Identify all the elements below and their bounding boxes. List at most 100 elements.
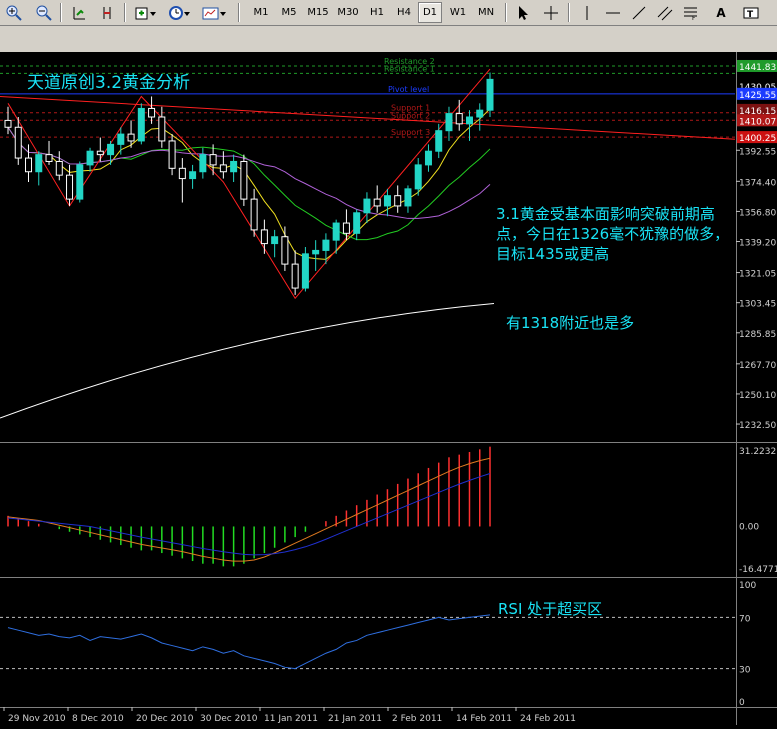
trendline-resistance (0, 95, 736, 140)
candle-body (240, 160, 248, 200)
chart-window[interactable]: 1392.55 1374.40 1356.80 1339.20 1321.05 1303.… (0, 52, 777, 725)
price-badge-label: 1410.07 (739, 117, 776, 127)
price-chart[interactable]: 1392.55 1374.40 1356.80 1339.20 1321.05 1303.… (0, 52, 777, 725)
candle-body (178, 167, 186, 180)
candle-body (127, 133, 135, 142)
moving-averages (0, 108, 495, 419)
indicators-icon[interactable] (132, 2, 160, 23)
level-label-support2: Support 2 (391, 111, 430, 120)
candle-body (301, 253, 309, 289)
grid-lines (0, 52, 777, 725)
time-tick-label: 11 Jan 2011 (264, 714, 318, 724)
level-label-pivot: Pivot level (388, 85, 429, 94)
price-tick-label: 1232.50 (739, 421, 776, 431)
candle-body (465, 116, 473, 125)
price-tick-label: 1356.80 (739, 208, 776, 218)
svg-text:T: T (747, 10, 754, 20)
chart-shift-icon[interactable] (96, 2, 118, 23)
crosshair-icon[interactable] (540, 2, 562, 23)
time-tick-label: 21 Jan 2011 (328, 714, 382, 724)
candle-body (45, 154, 53, 162)
templates-icon[interactable] (200, 2, 230, 23)
toolbar-separator (238, 3, 240, 22)
zoom-out-icon[interactable] (34, 2, 54, 23)
time-tick-label: 29 Nov 2010 (8, 714, 66, 724)
time-axis: 29 Nov 2010 8 Dec 2010 20 Dec 2010 30 Dec 2… (3, 707, 576, 724)
timeframe-m1[interactable]: M1 (248, 2, 274, 23)
candle-body (76, 164, 84, 200)
candle-body (96, 150, 104, 156)
candle-body (55, 160, 63, 176)
timeframe-m5[interactable]: M5 (276, 2, 302, 23)
candle-body (66, 174, 74, 200)
candle-body (435, 130, 443, 152)
candle-body (25, 157, 33, 173)
candle-body (353, 212, 361, 234)
candle-body (209, 154, 217, 166)
rsi-note: RSI 处于超买区 (498, 600, 603, 618)
toolbar-separator (568, 3, 570, 22)
time-tick-label: 8 Dec 2010 (72, 714, 124, 724)
candle-body (189, 171, 197, 180)
cursor-arrow-icon[interactable] (512, 2, 534, 23)
macd-axis-label: 31.2232 (739, 447, 776, 457)
periods-clock-icon[interactable] (166, 2, 194, 23)
text-label-icon[interactable]: T (740, 2, 762, 23)
timeframe-m15[interactable]: M15 (304, 2, 332, 23)
candle-body (199, 154, 207, 173)
level-label-support3: Support 3 (391, 128, 430, 137)
text-tool-button[interactable]: A (710, 2, 732, 23)
svg-text:F: F (692, 15, 696, 21)
toolbar-separator (124, 3, 126, 22)
macd-axis-label: 0.00 (739, 522, 759, 532)
rsi-axis-label: 100 (739, 581, 756, 591)
candle-body (322, 239, 330, 251)
candle-body (219, 164, 227, 173)
candle-body (4, 119, 12, 128)
candle-body (158, 116, 166, 142)
candle-body (363, 198, 371, 214)
toolbar: M1 M5 M15 M30 H1 H4 D1 W1 MN F A T (0, 0, 777, 26)
horizontal-line-icon[interactable] (602, 2, 624, 23)
timeframe-d1[interactable]: D1 (418, 2, 442, 23)
rsi-line (7, 614, 491, 670)
level-label-resistance1: Resistance 1 (384, 64, 435, 73)
moving-average-long (0, 302, 495, 419)
rsi-panel: 100 70 30 0 (0, 581, 756, 708)
candle-body (414, 164, 422, 190)
zoom-in-icon[interactable] (4, 2, 24, 23)
time-tick-label: 24 Feb 2011 (520, 714, 576, 724)
candle-body (168, 140, 176, 169)
candle-body (476, 109, 484, 118)
timeframe-h4[interactable]: H4 (391, 2, 417, 23)
fibonacci-icon[interactable]: F (680, 2, 702, 23)
timeframe-w1[interactable]: W1 (445, 2, 471, 23)
candle-body (455, 113, 463, 125)
trendline-icon[interactable] (628, 2, 650, 23)
analysis-note-secondary: 有1318附近也是多 (506, 314, 635, 332)
candle-body (117, 133, 125, 145)
candle-body (312, 249, 320, 255)
candle-body (137, 107, 145, 142)
analysis-note: 3.1黄金受基本面影响突破前期高点，今日在1326毫不犹豫的做多，目标1435或… (496, 205, 730, 263)
toolbar-empty-row (0, 26, 777, 52)
candle-body (281, 236, 289, 265)
candle-body (86, 150, 94, 166)
candle-body (383, 195, 391, 207)
toolbar-separator (60, 3, 62, 22)
price-tick-label: 1392.55 (739, 147, 776, 157)
timeframe-h1[interactable]: H1 (364, 2, 390, 23)
price-tick-label: 1250.10 (739, 391, 776, 401)
timeframe-mn[interactable]: MN (472, 2, 500, 23)
candle-body (291, 263, 299, 289)
candle-body (394, 195, 402, 207)
vertical-line-icon[interactable] (576, 2, 598, 23)
rsi-axis-label: 30 (739, 666, 751, 676)
autoscroll-icon[interactable] (68, 2, 90, 23)
candle-body (271, 236, 279, 245)
timeframe-m30[interactable]: M30 (334, 2, 362, 23)
price-tick-label: 1321.05 (739, 270, 776, 280)
price-axis: 1392.55 1374.40 1356.80 1339.20 1321.05 1303.… (736, 59, 777, 431)
price-tick-label: 1303.45 (739, 300, 776, 310)
channel-icon[interactable] (654, 2, 676, 23)
